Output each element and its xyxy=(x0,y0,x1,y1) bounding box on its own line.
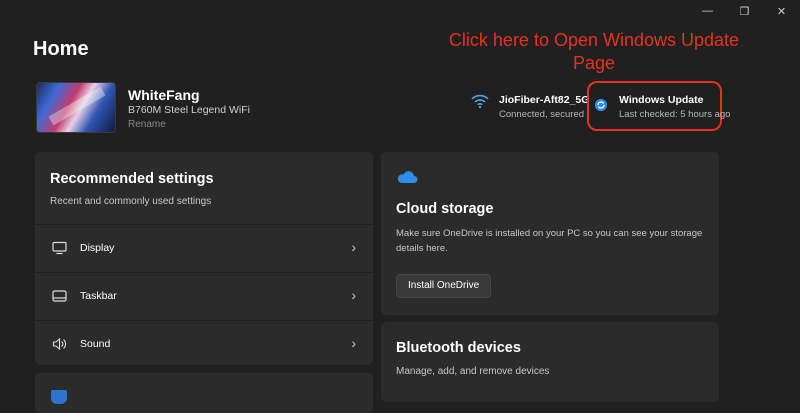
shield-icon xyxy=(51,390,67,404)
device-name: WhiteFang xyxy=(128,87,200,103)
cloud-storage-title: Cloud storage xyxy=(396,201,494,217)
recommended-settings-card: Recommended settings Recent and commonly… xyxy=(35,152,373,365)
device-model: B760M Steel Legend WiFi xyxy=(128,104,250,116)
bluetooth-devices-card[interactable]: Bluetooth devices Manage, add, and remov… xyxy=(381,322,719,402)
windows-update-highlight xyxy=(587,81,722,131)
recommended-subtitle: Recent and commonly used settings xyxy=(50,196,212,207)
recommended-item-label: Sound xyxy=(80,338,111,350)
install-onedrive-button[interactable]: Install OneDrive xyxy=(396,274,492,298)
restore-button[interactable]: ❐ xyxy=(726,0,763,22)
device-thumbnail xyxy=(36,82,116,133)
speaker-icon xyxy=(52,337,66,351)
recommended-item-sound[interactable]: Sound › xyxy=(35,320,373,368)
recommended-item-label: Display xyxy=(80,242,115,254)
bluetooth-devices-description: Manage, add, and remove devices xyxy=(396,366,550,377)
recommended-item-taskbar[interactable]: Taskbar › xyxy=(35,272,373,320)
wifi-icon xyxy=(471,94,489,109)
partial-card xyxy=(35,373,373,413)
minimize-button[interactable]: — xyxy=(689,0,726,22)
recommended-item-label: Taskbar xyxy=(80,290,117,302)
window-controls: — ❐ ✕ xyxy=(689,0,800,22)
windows-update-status: Last checked: 5 hours ago xyxy=(619,109,731,120)
close-button[interactable]: ✕ xyxy=(763,0,800,22)
cloud-storage-card: Cloud storage Make sure OneDrive is inst… xyxy=(381,152,719,315)
windows-update-title[interactable]: Windows Update xyxy=(619,94,704,106)
chevron-right-icon: › xyxy=(351,239,356,255)
cloud-icon xyxy=(397,171,418,183)
page-title: Home xyxy=(33,38,89,60)
network-status: Connected, secured xyxy=(499,109,585,120)
monitor-icon xyxy=(52,241,67,255)
rename-link[interactable]: Rename xyxy=(128,119,166,130)
cloud-storage-description: Make sure OneDrive is installed on your … xyxy=(396,228,703,254)
chevron-right-icon: › xyxy=(351,287,356,303)
annotation-callout: Click here to Open Windows Update Page xyxy=(448,30,740,73)
bluetooth-devices-title: Bluetooth devices xyxy=(396,340,521,356)
update-icon xyxy=(595,99,607,111)
taskbar-icon xyxy=(52,290,67,302)
chevron-right-icon: › xyxy=(351,335,356,351)
recommended-title: Recommended settings xyxy=(50,171,214,187)
recommended-list: Display › Taskbar › Sound › xyxy=(35,224,373,368)
network-name[interactable]: JioFiber-Aft82_5G xyxy=(499,94,589,106)
recommended-item-display[interactable]: Display › xyxy=(35,224,373,272)
